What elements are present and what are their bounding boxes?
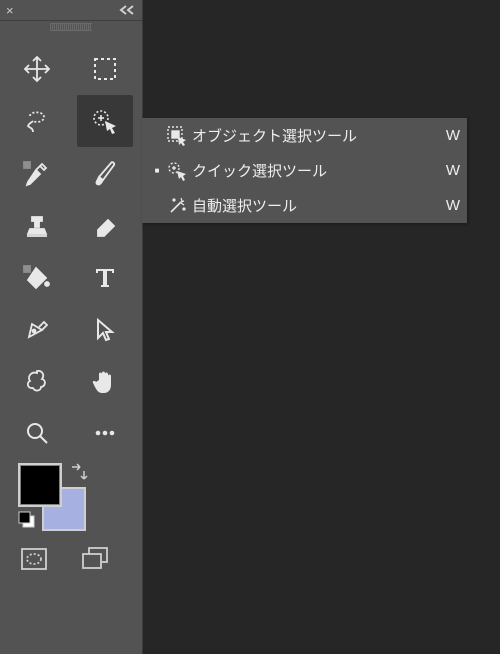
- tool-grid: [0, 33, 142, 459]
- flyout-item-magic-wand[interactable]: 自動選択ツール W: [142, 188, 467, 223]
- eyedropper-tool[interactable]: [9, 147, 65, 199]
- flyout-shortcut: W: [439, 162, 467, 179]
- default-colors-icon[interactable]: [18, 511, 38, 531]
- hand-tool[interactable]: [77, 355, 133, 407]
- magic-wand-icon: [162, 195, 192, 217]
- mode-row: [0, 543, 142, 575]
- more-tools[interactable]: [77, 407, 133, 459]
- eraser-tool[interactable]: [77, 199, 133, 251]
- quick-selection-icon: [162, 160, 192, 182]
- type-tool[interactable]: [77, 251, 133, 303]
- flyout-check-icon: ■: [152, 166, 162, 175]
- flyout-shortcut: W: [439, 127, 467, 144]
- flyout-item-object-selection[interactable]: オブジェクト選択ツール W: [142, 118, 467, 153]
- tool-flyout-menu: オブジェクト選択ツール W ■ クイック選択ツール W 自動選択ツール W: [142, 118, 467, 223]
- lasso-tool[interactable]: [9, 95, 65, 147]
- shape-tool[interactable]: [9, 355, 65, 407]
- close-icon[interactable]: ×: [6, 3, 14, 18]
- direct-selection-tool[interactable]: [77, 303, 133, 355]
- panel-header: ×: [0, 0, 142, 21]
- tools-panel: ×: [0, 0, 142, 654]
- screen-mode-icon[interactable]: [80, 543, 112, 575]
- foreground-color-swatch[interactable]: [18, 463, 62, 507]
- swap-colors-icon[interactable]: [68, 463, 88, 483]
- quick-mask-icon[interactable]: [18, 543, 50, 575]
- clone-stamp-tool[interactable]: [9, 199, 65, 251]
- flyout-label: 自動選択ツール: [192, 195, 439, 216]
- pen-tool[interactable]: [9, 303, 65, 355]
- move-tool[interactable]: [9, 43, 65, 95]
- panel-gripper[interactable]: [0, 21, 142, 33]
- flyout-shortcut: W: [439, 197, 467, 214]
- zoom-tool[interactable]: [9, 407, 65, 459]
- marquee-tool[interactable]: [77, 43, 133, 95]
- flyout-item-quick-selection[interactable]: ■ クイック選択ツール W: [142, 153, 467, 188]
- object-selection-icon: [162, 125, 192, 147]
- collapse-panel-icon[interactable]: [118, 2, 136, 18]
- color-swatches: [18, 463, 142, 537]
- brush-tool[interactable]: [77, 147, 133, 199]
- quick-selection-tool[interactable]: [77, 95, 133, 147]
- flyout-label: オブジェクト選択ツール: [192, 125, 439, 146]
- paint-bucket-tool[interactable]: [9, 251, 65, 303]
- flyout-label: クイック選択ツール: [192, 160, 439, 181]
